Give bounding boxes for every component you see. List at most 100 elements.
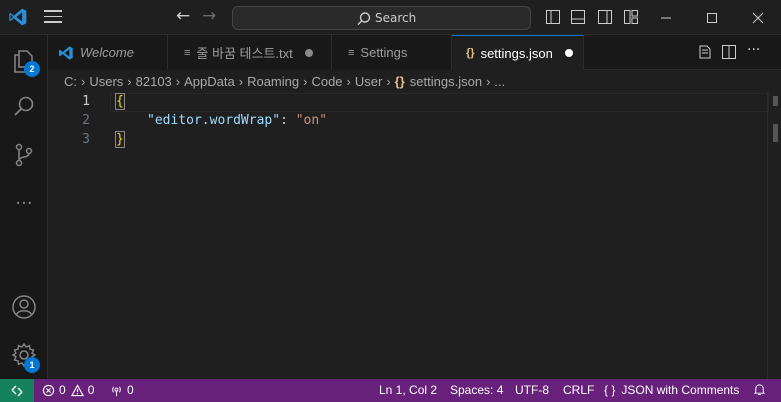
problems-indicator[interactable]: 0 0: [42, 383, 94, 397]
json-value: "on": [295, 113, 328, 128]
search-label: Search: [375, 11, 417, 25]
scrollbar-marker: [773, 96, 778, 106]
close-button[interactable]: [735, 0, 781, 35]
breadcrumb-item[interactable]: C:: [64, 74, 77, 89]
error-icon: [42, 384, 55, 396]
tab-settings-json[interactable]: {} settings.json: [452, 35, 584, 70]
editor-tabs: Welcome ≡ 줄 바꿈 테스트.txt ≡ Settings {} set…: [48, 35, 781, 70]
customize-layout-icon[interactable]: [623, 9, 639, 25]
breadcrumb-item[interactable]: Code: [311, 74, 342, 89]
code-line[interactable]: }: [115, 131, 125, 148]
json-braces-icon: {}: [466, 47, 475, 59]
breadcrumb-item[interactable]: AppData: [184, 74, 235, 89]
menu-icon[interactable]: [44, 10, 62, 24]
breadcrumb-item[interactable]: Roaming: [247, 74, 299, 89]
activity-source-control[interactable]: [0, 131, 48, 179]
chevron-right-icon: ›: [81, 73, 86, 89]
chevron-right-icon: ›: [303, 73, 308, 89]
toggle-primary-sidebar-icon[interactable]: [545, 9, 561, 25]
line-number: 3: [82, 132, 90, 147]
tab-label: Settings: [360, 45, 408, 60]
bell-icon: [753, 384, 766, 396]
tab-welcome[interactable]: Welcome: [48, 35, 168, 70]
dirty-indicator[interactable]: [304, 48, 313, 57]
ports-indicator[interactable]: 0: [110, 383, 134, 397]
error-count: 0: [59, 383, 66, 397]
activity-search[interactable]: [0, 83, 48, 131]
tab-settings[interactable]: ≡ Settings: [332, 35, 452, 70]
status-bar: 0 0 0 Ln 1, Col 2 Spaces: 4 UTF-8 CRLF {…: [0, 379, 781, 402]
ports-count: 0: [127, 383, 134, 397]
command-center-search[interactable]: Search: [232, 6, 531, 30]
more-actions-icon[interactable]: ···: [747, 42, 760, 58]
account-icon: [12, 295, 36, 319]
tab-label: Welcome: [80, 45, 134, 60]
remote-icon: [11, 385, 23, 396]
chevron-right-icon: ›: [346, 73, 351, 89]
notifications-button[interactable]: [753, 383, 766, 396]
minimize-icon: [661, 17, 671, 18]
ellipsis-icon: ···: [15, 192, 33, 214]
breadcrumb-item[interactable]: Users: [89, 74, 123, 89]
chevron-right-icon: ›: [386, 73, 391, 89]
encoding[interactable]: UTF-8: [515, 383, 549, 397]
code-line[interactable]: {: [115, 93, 125, 110]
code-line[interactable]: "editor.wordWrap": "on": [147, 113, 327, 128]
minimize-button[interactable]: [643, 0, 689, 35]
activity-explorer[interactable]: 2: [0, 37, 48, 85]
indentation[interactable]: Spaces: 4: [450, 383, 503, 397]
activity-accounts[interactable]: [0, 283, 48, 331]
explorer-badge: 2: [24, 61, 40, 77]
back-arrow-icon[interactable]: ←: [176, 6, 190, 26]
file-lines-icon: ≡: [348, 46, 355, 59]
breadcrumb-item[interactable]: User: [355, 74, 382, 89]
tab-korean-txt[interactable]: ≡ 줄 바꿈 테스트.txt: [168, 35, 332, 70]
activity-manage[interactable]: 1: [0, 331, 48, 379]
warning-icon: [70, 383, 84, 396]
broadcast-icon: [112, 385, 121, 396]
vscode-logo-icon: [59, 45, 73, 60]
chevron-right-icon: ›: [175, 73, 181, 89]
split-editor-icon[interactable]: [721, 44, 737, 60]
current-line-highlight: [110, 93, 769, 112]
maximize-button[interactable]: [689, 0, 735, 35]
json-key: "editor.wordWrap": [147, 113, 281, 128]
breadcrumb-file[interactable]: settings.json: [410, 74, 482, 89]
breadcrumb-item[interactable]: 82103: [136, 74, 172, 89]
source-control-icon: [15, 143, 33, 167]
remote-indicator[interactable]: [0, 379, 34, 402]
chevron-right-icon: ›: [238, 73, 244, 89]
json-braces-icon: {}: [394, 73, 405, 89]
line-number: 1: [82, 94, 90, 109]
toggle-secondary-sidebar-icon[interactable]: [597, 9, 613, 25]
language-mode[interactable]: { } JSON with Comments: [604, 383, 739, 397]
search-icon: [14, 96, 34, 116]
json-colon: :: [280, 113, 296, 128]
search-icon: [357, 12, 371, 26]
breadcrumb-more[interactable]: ...: [494, 74, 505, 89]
vertical-scrollbar[interactable]: [767, 92, 781, 379]
forward-arrow-icon[interactable]: →: [202, 6, 216, 26]
close-icon: [752, 12, 764, 23]
warning-count: 0: [87, 383, 95, 397]
cursor-position[interactable]: Ln 1, Col 2: [379, 383, 437, 397]
language-label: JSON with Comments: [621, 383, 740, 397]
title-bar: ← → Search: [0, 0, 781, 35]
code-editor[interactable]: 1 { 2 "editor.wordWrap": "on" 3 }: [48, 92, 781, 379]
json-braces-icon: { }: [604, 383, 616, 397]
end-of-line[interactable]: CRLF: [563, 383, 594, 397]
activity-bar: 2 ··· 1: [0, 35, 48, 379]
vscode-logo-icon[interactable]: [8, 7, 28, 27]
line-number: 2: [82, 113, 90, 128]
dirty-indicator[interactable]: [564, 49, 573, 57]
tab-label: settings.json: [480, 45, 553, 61]
file-lines-icon: ≡: [184, 46, 191, 59]
open-settings-ui-icon[interactable]: [697, 44, 713, 60]
activity-more[interactable]: ···: [0, 179, 48, 227]
breadcrumb: C: › Users › 82103 › AppData › Roaming › Code…: [48, 70, 781, 92]
open-brace: {: [115, 93, 125, 110]
toggle-panel-icon[interactable]: [570, 9, 586, 25]
tab-label: 줄 바꿈 테스트.txt: [196, 46, 293, 61]
maximize-icon: [707, 12, 717, 23]
chevron-right-icon: ›: [127, 73, 132, 89]
